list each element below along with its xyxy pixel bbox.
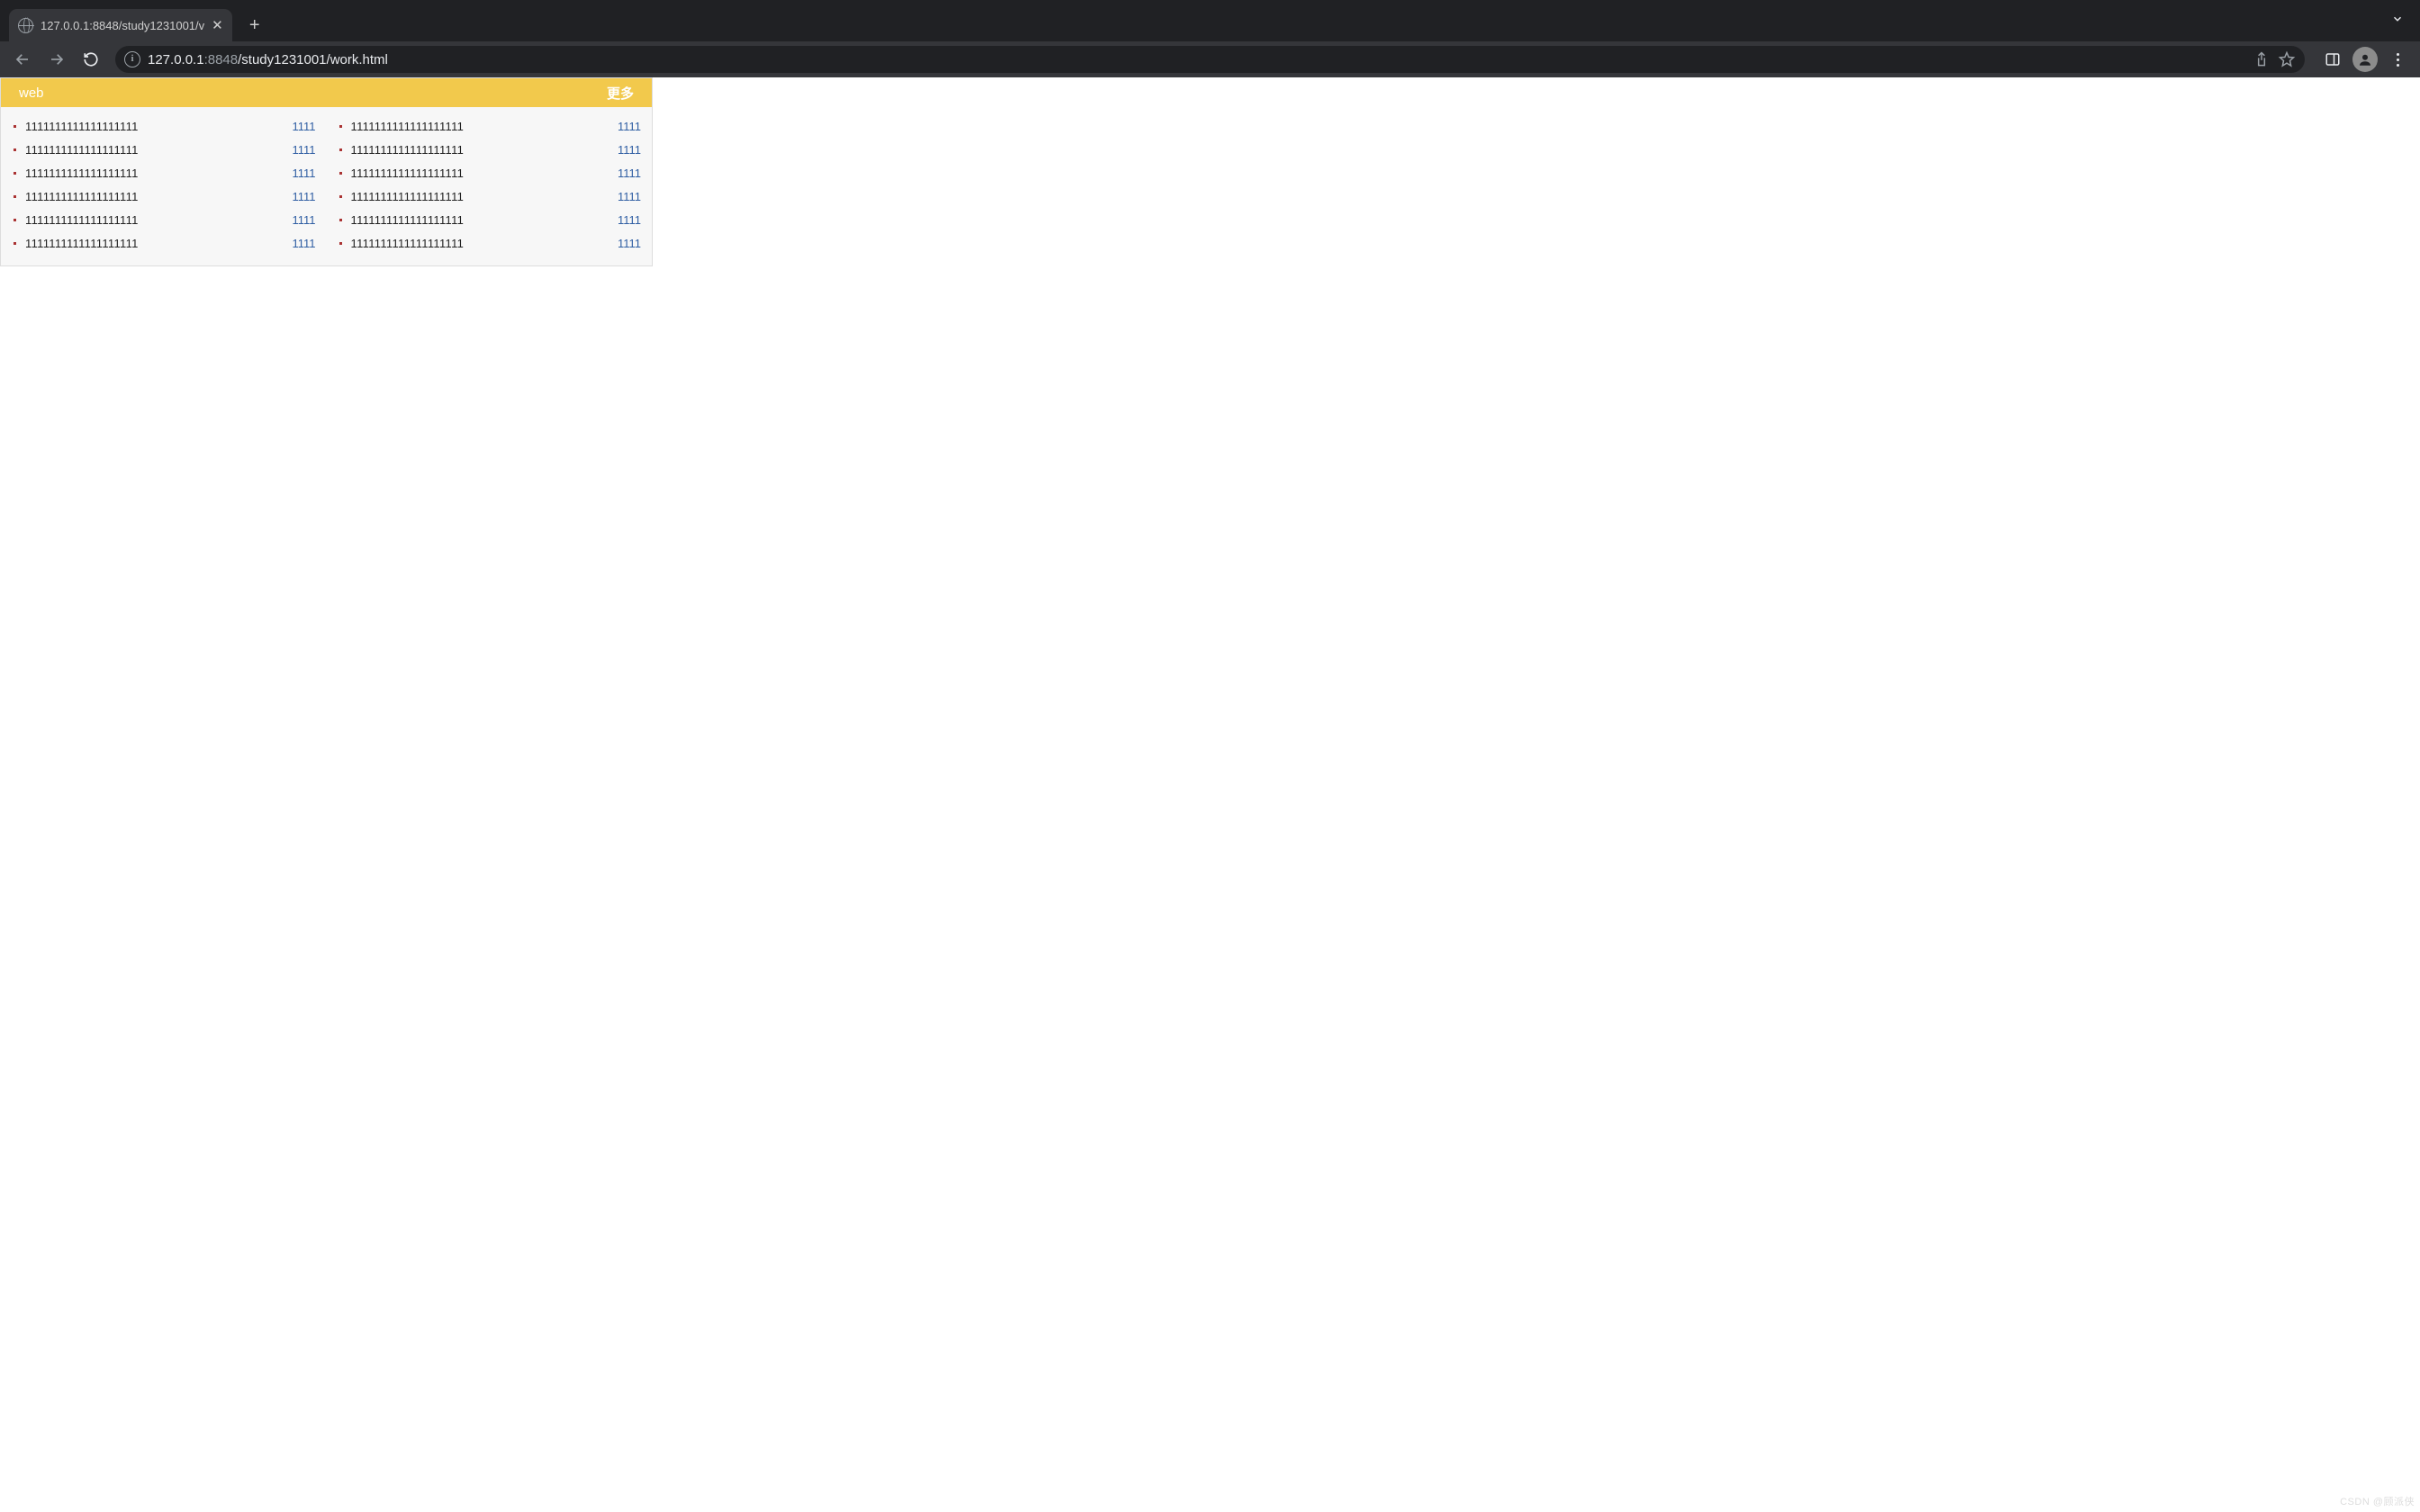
list-item-text: 1111111111111111111 [25, 237, 283, 250]
site-info-icon[interactable] [124, 51, 140, 68]
list-item-text: 1111111111111111111 [351, 237, 609, 250]
back-button[interactable] [7, 44, 38, 75]
bookmark-star-icon[interactable] [2278, 50, 2296, 68]
bullet-icon [339, 219, 342, 221]
news-widget: web 更多 111111111111111111111111111111111… [0, 77, 653, 266]
list-item[interactable]: 11111111111111111111111 [12, 138, 316, 161]
list-item[interactable]: 11111111111111111111111 [12, 161, 316, 184]
reload-button[interactable] [76, 44, 106, 75]
list-item-meta: 1111 [292, 190, 315, 203]
list-item-meta: 1111 [618, 120, 641, 133]
more-link[interactable]: 更多 [607, 84, 634, 103]
bullet-icon [14, 148, 16, 151]
list-item[interactable]: 11111111111111111111111 [12, 208, 316, 231]
list-item[interactable]: 11111111111111111111111 [338, 184, 642, 208]
list-item-meta: 1111 [618, 166, 641, 180]
kebab-icon [2397, 53, 2399, 67]
list-item-text: 1111111111111111111 [25, 120, 283, 133]
bullet-icon [14, 172, 16, 175]
list-item-meta: 1111 [618, 143, 641, 157]
bullet-icon [339, 242, 342, 245]
side-panel-icon[interactable] [2317, 44, 2348, 75]
bullet-icon [14, 195, 16, 198]
watermark-text: CSDN @顾派侠 [2340, 1494, 2415, 1508]
list-item-meta: 1111 [292, 120, 315, 133]
profile-button[interactable] [2350, 44, 2380, 75]
widget-title: web [19, 86, 607, 101]
bullet-icon [339, 148, 342, 151]
bullet-icon [339, 125, 342, 128]
bullet-icon [339, 172, 342, 175]
forward-button[interactable] [41, 44, 72, 75]
bullet-icon [339, 195, 342, 198]
list-item-meta: 1111 [292, 237, 315, 250]
browser-toolbar: 127.0.0.1:8848/study1231001/work.html [0, 41, 2420, 77]
list-item-meta: 1111 [292, 213, 315, 227]
list-item-text: 1111111111111111111 [25, 166, 283, 180]
tab-strip: 127.0.0.1:8848/study1231001/v ✕ + [0, 0, 2420, 41]
tab-title: 127.0.0.1:8848/study1231001/v [41, 19, 204, 32]
list-item-meta: 1111 [618, 237, 641, 250]
list-item-text: 1111111111111111111 [25, 190, 283, 203]
list-item[interactable]: 11111111111111111111111 [12, 114, 316, 138]
list-item[interactable]: 11111111111111111111111 [12, 184, 316, 208]
list-item-text: 1111111111111111111 [351, 166, 609, 180]
address-bar[interactable]: 127.0.0.1:8848/study1231001/work.html [115, 46, 2305, 73]
page-viewport: web 更多 111111111111111111111111111111111… [0, 77, 2420, 1512]
widget-header: web 更多 [1, 78, 652, 107]
list-item[interactable]: 11111111111111111111111 [338, 231, 642, 255]
list-item-text: 1111111111111111111 [351, 120, 609, 133]
list-item-text: 1111111111111111111 [351, 190, 609, 203]
list-item-text: 1111111111111111111 [25, 143, 283, 157]
share-icon[interactable] [2253, 50, 2271, 68]
list-item[interactable]: 11111111111111111111111 [338, 161, 642, 184]
list-item[interactable]: 11111111111111111111111 [338, 208, 642, 231]
widget-column-right: 1111111111111111111111111111111111111111… [338, 114, 642, 255]
list-item-text: 1111111111111111111 [25, 213, 283, 227]
tabs-dropdown-button[interactable] [2391, 13, 2404, 25]
list-item-meta: 1111 [292, 143, 315, 157]
browser-tab[interactable]: 127.0.0.1:8848/study1231001/v ✕ [9, 9, 232, 41]
widget-body: 1111111111111111111111111111111111111111… [1, 107, 652, 266]
toolbar-right [2317, 44, 2413, 75]
list-item[interactable]: 11111111111111111111111 [12, 231, 316, 255]
bullet-icon [14, 242, 16, 245]
globe-icon [18, 18, 33, 33]
bullet-icon [14, 219, 16, 221]
menu-button[interactable] [2382, 44, 2413, 75]
new-tab-button[interactable]: + [241, 12, 268, 39]
widget-column-left: 1111111111111111111111111111111111111111… [12, 114, 316, 255]
close-icon[interactable]: ✕ [212, 17, 223, 33]
bullet-icon [14, 125, 16, 128]
list-item-meta: 1111 [618, 190, 641, 203]
browser-chrome: 127.0.0.1:8848/study1231001/v ✕ + 127.0.… [0, 0, 2420, 77]
list-item-meta: 1111 [292, 166, 315, 180]
avatar-icon [2352, 47, 2378, 72]
list-item[interactable]: 11111111111111111111111 [338, 114, 642, 138]
list-item-text: 1111111111111111111 [351, 143, 609, 157]
url-text: 127.0.0.1:8848/study1231001/work.html [148, 52, 388, 68]
list-item[interactable]: 11111111111111111111111 [338, 138, 642, 161]
list-item-text: 1111111111111111111 [351, 213, 609, 227]
list-item-meta: 1111 [618, 213, 641, 227]
